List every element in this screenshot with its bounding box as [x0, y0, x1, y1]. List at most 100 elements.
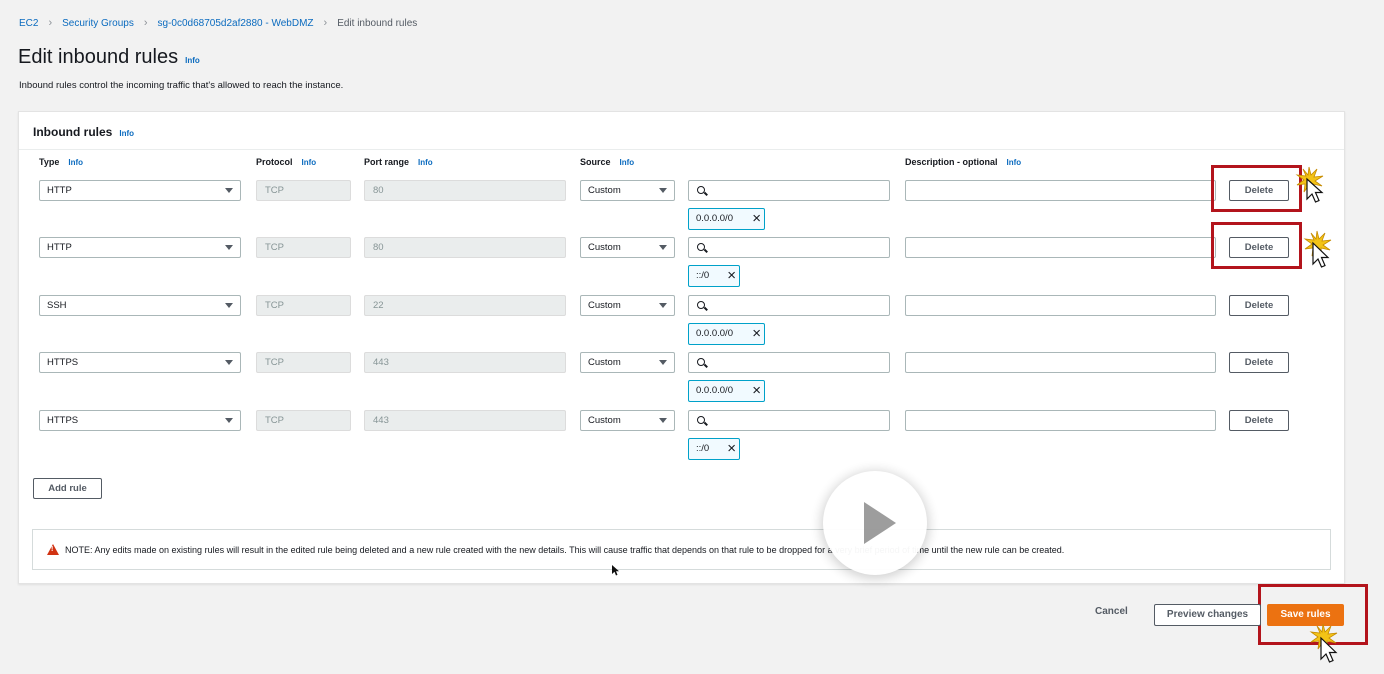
- close-icon[interactable]: ×: [727, 439, 736, 459]
- source-search-input[interactable]: [688, 352, 890, 373]
- protocol-field: TCP: [256, 295, 351, 316]
- search-icon: [697, 243, 705, 251]
- delete-button[interactable]: Delete: [1229, 352, 1289, 373]
- port-range-info-link[interactable]: Info: [418, 158, 433, 167]
- mouse-cursor-icon: [1303, 229, 1337, 269]
- column-header-port-range: Port range Info: [364, 157, 433, 167]
- column-protocol-label: Protocol: [256, 157, 293, 167]
- source-value: Custom: [588, 185, 621, 196]
- add-rule-button[interactable]: Add rule: [33, 478, 102, 499]
- page-title: Edit inbound rules Info: [18, 46, 200, 69]
- caret-down-icon: [659, 188, 667, 193]
- description-info-link[interactable]: Info: [1007, 158, 1022, 167]
- source-select[interactable]: Custom: [580, 295, 675, 316]
- warning-icon: [47, 544, 59, 555]
- page-info-link[interactable]: Info: [185, 56, 200, 65]
- description-input[interactable]: [905, 352, 1216, 373]
- page-title-text: Edit inbound rules: [18, 46, 179, 68]
- panel-title-text: Inbound rules: [33, 125, 113, 139]
- column-header-type: Type Info: [39, 157, 83, 167]
- search-icon: [697, 301, 705, 309]
- mouse-cursor-icon: [1295, 165, 1329, 203]
- type-select[interactable]: HTTP: [39, 180, 241, 201]
- cancel-button[interactable]: Cancel: [1095, 606, 1128, 617]
- type-info-link[interactable]: Info: [68, 158, 83, 167]
- type-value: HTTPS: [47, 357, 79, 368]
- cidr-token[interactable]: ::/0 ×: [688, 438, 740, 460]
- breadcrumb-security-group[interactable]: sg-0c0d68705d2af2880 - WebDMZ: [158, 18, 314, 29]
- cidr-value: 0.0.0.0/0: [696, 385, 733, 396]
- caret-down-icon: [659, 360, 667, 365]
- highlight-box: [1211, 165, 1302, 212]
- caret-down-icon: [225, 245, 233, 250]
- mouse-cursor-icon: [1309, 622, 1343, 668]
- description-input[interactable]: [905, 180, 1216, 201]
- caret-down-icon: [225, 418, 233, 423]
- cidr-value: 0.0.0.0/0: [696, 328, 733, 339]
- caret-down-icon: [659, 303, 667, 308]
- search-icon: [697, 358, 705, 366]
- type-value: HTTPS: [47, 415, 79, 426]
- protocol-info-link[interactable]: Info: [302, 158, 317, 167]
- protocol-field: TCP: [256, 410, 351, 431]
- breadcrumb: EC2 › Security Groups › sg-0c0d68705d2af…: [19, 17, 417, 29]
- close-icon[interactable]: ×: [752, 324, 761, 344]
- type-select[interactable]: HTTP: [39, 237, 241, 258]
- close-icon[interactable]: ×: [752, 381, 761, 401]
- port-range-field: 80: [364, 180, 566, 201]
- column-type-label: Type: [39, 157, 60, 167]
- type-select[interactable]: SSH: [39, 295, 241, 316]
- column-header-description: Description - optional Info: [905, 157, 1021, 167]
- chevron-right-icon: ›: [143, 17, 148, 29]
- type-select[interactable]: HTTPS: [39, 352, 241, 373]
- search-icon: [697, 416, 705, 424]
- source-value: Custom: [588, 415, 621, 426]
- port-range-field: 80: [364, 237, 566, 258]
- port-range-field: 443: [364, 352, 566, 373]
- column-description-label: Description - optional: [905, 157, 998, 167]
- source-info-link[interactable]: Info: [620, 158, 635, 167]
- source-search-input[interactable]: [688, 180, 890, 201]
- cidr-value: 0.0.0.0/0: [696, 213, 733, 224]
- cidr-token[interactable]: 0.0.0.0/0 ×: [688, 323, 765, 345]
- note-alert: NOTE: Any edits made on existing rules w…: [32, 529, 1331, 570]
- delete-button[interactable]: Delete: [1229, 295, 1289, 316]
- type-value: HTTP: [47, 185, 72, 196]
- source-search-input[interactable]: [688, 410, 890, 431]
- protocol-field: TCP: [256, 180, 351, 201]
- source-select[interactable]: Custom: [580, 352, 675, 373]
- source-value: Custom: [588, 242, 621, 253]
- panel-info-link[interactable]: Info: [119, 129, 134, 138]
- cidr-value: ::/0: [696, 443, 710, 454]
- source-search-input[interactable]: [688, 237, 890, 258]
- cidr-token[interactable]: 0.0.0.0/0 ×: [688, 380, 765, 402]
- port-range-field: 22: [364, 295, 566, 316]
- close-icon[interactable]: ×: [727, 266, 736, 286]
- source-select[interactable]: Custom: [580, 410, 675, 431]
- source-select[interactable]: Custom: [580, 180, 675, 201]
- mouse-cursor-icon: [612, 565, 620, 576]
- description-input[interactable]: [905, 295, 1216, 316]
- description-input[interactable]: [905, 237, 1216, 258]
- cidr-token[interactable]: 0.0.0.0/0 ×: [688, 208, 765, 230]
- breadcrumb-ec2[interactable]: EC2: [19, 18, 38, 29]
- source-search-input[interactable]: [688, 295, 890, 316]
- preview-changes-button[interactable]: Preview changes: [1154, 604, 1261, 626]
- source-value: Custom: [588, 357, 621, 368]
- type-select[interactable]: HTTPS: [39, 410, 241, 431]
- play-icon[interactable]: [823, 471, 927, 575]
- source-select[interactable]: Custom: [580, 237, 675, 258]
- caret-down-icon: [659, 418, 667, 423]
- caret-down-icon: [225, 188, 233, 193]
- delete-button[interactable]: Delete: [1229, 410, 1289, 431]
- chevron-right-icon: ›: [323, 17, 328, 29]
- description-input[interactable]: [905, 410, 1216, 431]
- panel-title: Inbound rules Info: [33, 125, 134, 139]
- column-header-source: Source Info: [580, 157, 634, 167]
- breadcrumb-security-groups[interactable]: Security Groups: [62, 18, 134, 29]
- breadcrumb-current: Edit inbound rules: [337, 17, 418, 29]
- highlight-box: [1211, 222, 1302, 269]
- close-icon[interactable]: ×: [752, 209, 761, 229]
- protocol-field: TCP: [256, 237, 351, 258]
- cidr-token[interactable]: ::/0 ×: [688, 265, 740, 287]
